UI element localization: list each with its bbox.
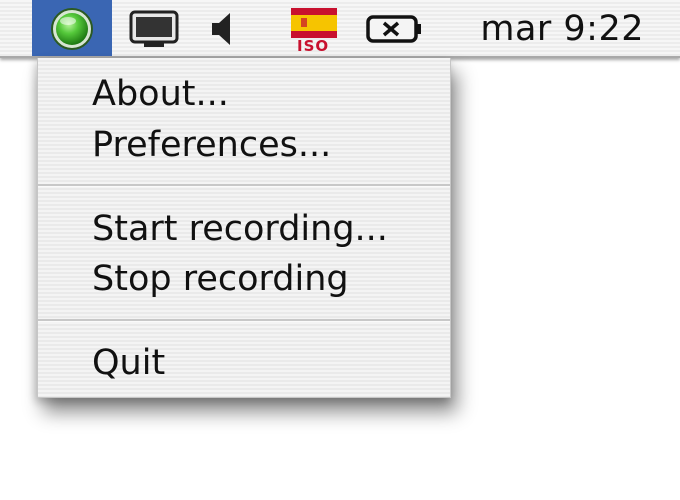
- battery-menu-extra[interactable]: [362, 0, 428, 58]
- display-icon: [129, 10, 179, 47]
- screen: ISO mar 9:22 About... Preferences... Sta…: [0, 0, 680, 500]
- menu-bar: ISO mar 9:22: [0, 0, 680, 58]
- input-menu-extra[interactable]: ISO: [288, 0, 340, 58]
- menu-item-preferences[interactable]: Preferences...: [38, 121, 450, 169]
- status-light-dropdown-menu: About... Preferences... Start recording.…: [37, 58, 451, 398]
- display-menu-extra[interactable]: [124, 0, 184, 58]
- menu-item-quit[interactable]: Quit: [38, 339, 450, 387]
- status-light-menu-extra[interactable]: [32, 0, 112, 58]
- menu-separator: [38, 184, 450, 187]
- volume-icon: [212, 13, 230, 45]
- menu-separator: [38, 319, 450, 322]
- flag-spain-icon: ISO: [291, 4, 337, 55]
- menu-bar-clock[interactable]: mar 9:22: [480, 0, 644, 58]
- status-light-icon: [51, 8, 93, 50]
- menu-item-stop-recording[interactable]: Stop recording: [38, 255, 450, 303]
- menu-item-start-recording[interactable]: Start recording...: [38, 205, 450, 253]
- battery-icon: [366, 15, 421, 43]
- menu-item-about[interactable]: About...: [38, 70, 450, 118]
- flag-iso-label: ISO: [297, 37, 330, 55]
- volume-menu-extra[interactable]: [200, 0, 240, 58]
